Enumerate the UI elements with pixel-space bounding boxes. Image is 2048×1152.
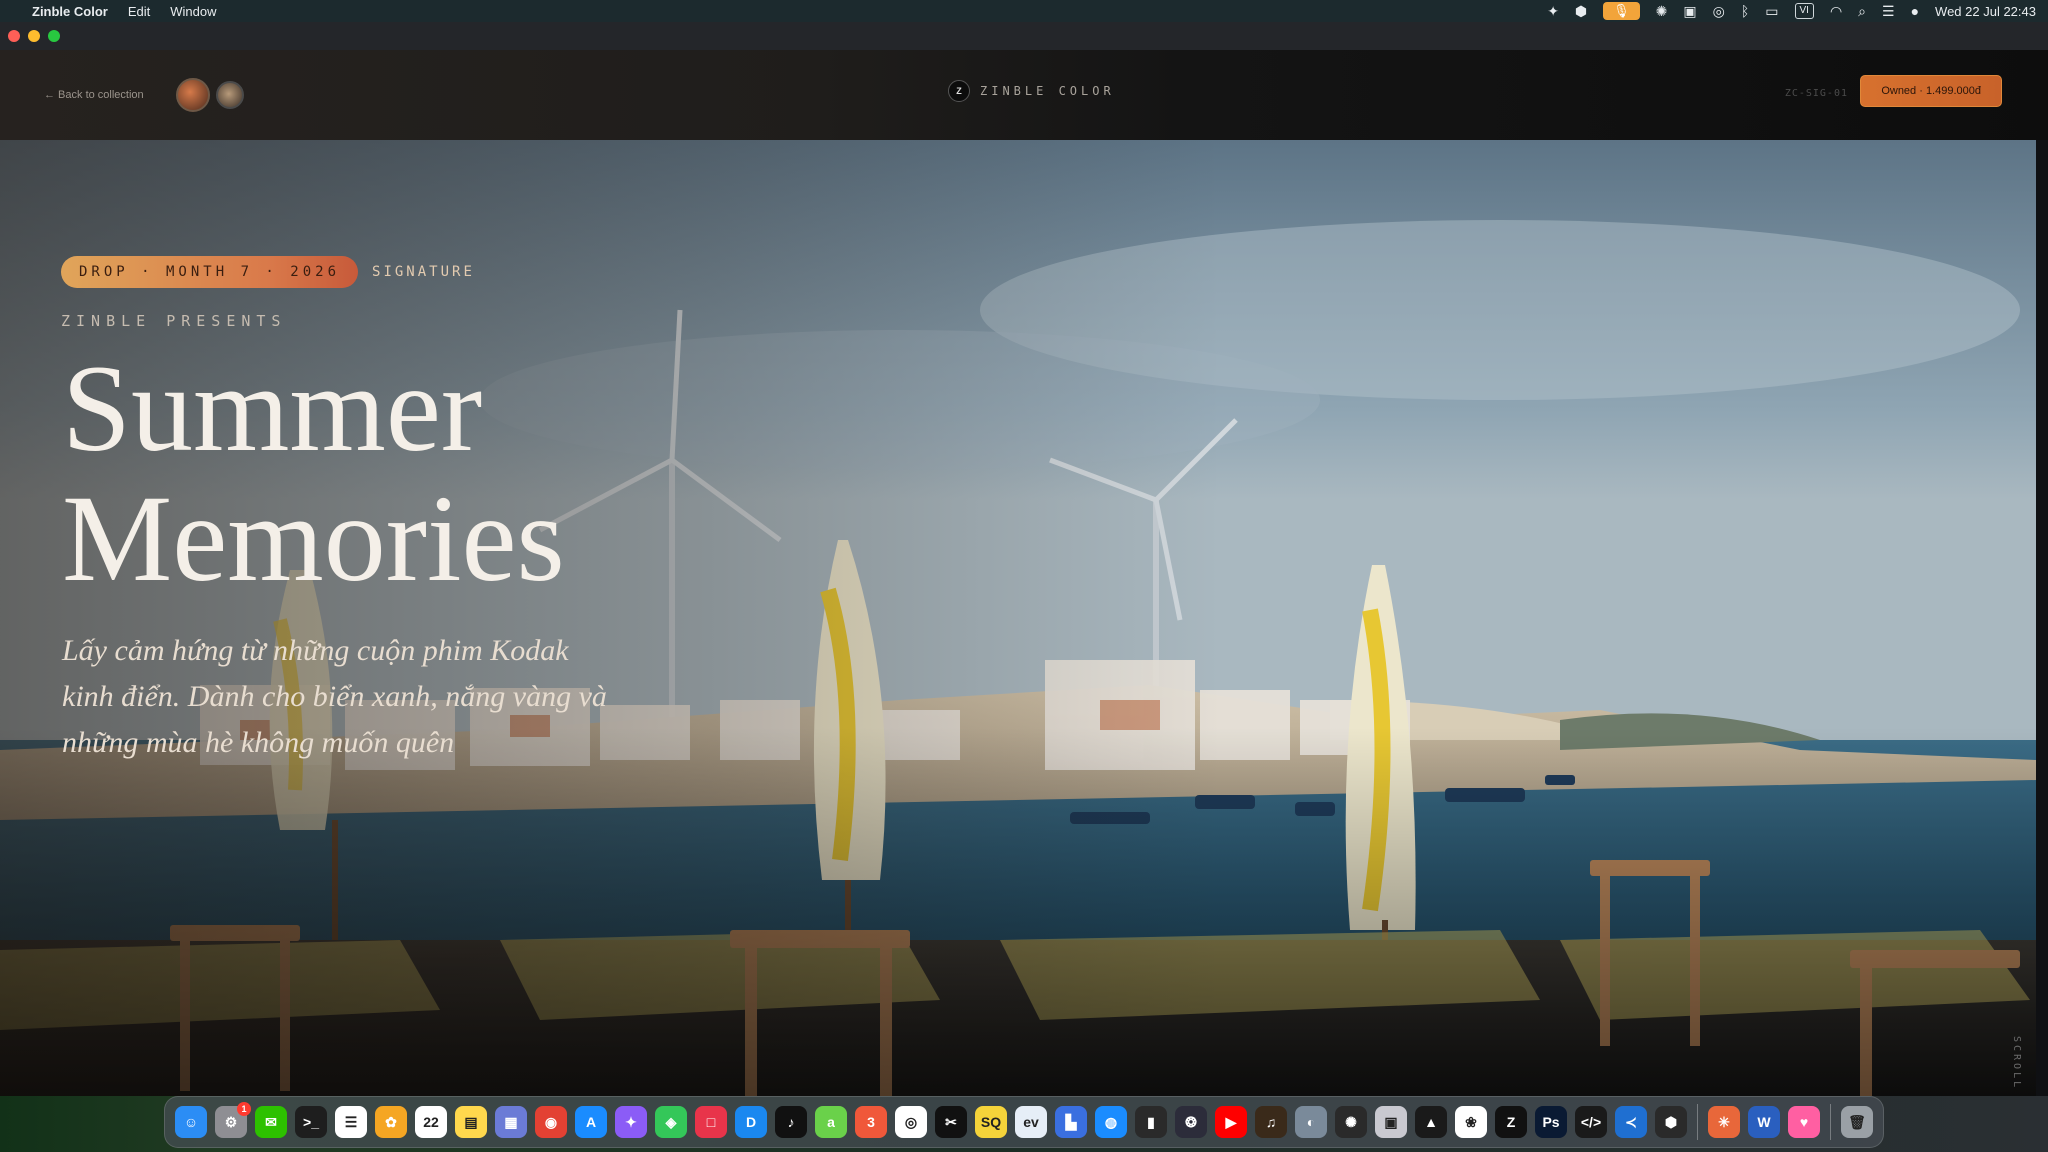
dock-launchpad-icon[interactable]: ▦ (495, 1106, 527, 1138)
dock-disk-utility-icon[interactable]: ◐ (1295, 1106, 1327, 1138)
dock-d-app-icon[interactable]: D (735, 1106, 767, 1138)
menu-clock[interactable]: Wed 22 Jul 22:43 (1935, 4, 2036, 19)
close-window-button[interactable] (8, 30, 20, 42)
dock-reminders-icon[interactable]: ☰ (335, 1106, 367, 1138)
brand-name: ZINBLE COLOR (980, 84, 1115, 98)
dock-pink-app-icon[interactable]: ♥ (1788, 1106, 1820, 1138)
menu-bar: Zinble Color Edit Window ✦ ⬢ 🎙 ✺ ▣ ◎ ᛒ ▭… (0, 0, 2048, 22)
input-source-indicator[interactable]: VI (1794, 3, 1814, 19)
dock-finder-icon[interactable]: ☺ (175, 1106, 207, 1138)
dock-affinity-icon[interactable]: ✦ (615, 1106, 647, 1138)
dock: ☺ ⚙ 1 ✉ >_ ☰ ✿ 22 ▤ ▦ ◉ A ✦ ◈ □ D ♪ a 3 ◎ ✂ SQ ev ▙ ◍ ▮ ❂ ▶ ♫ ◐ ✺ ▣ ▲ ❀ Z P… (164, 1096, 1884, 1148)
drop-badge: DROP · MONTH 7 · 2026 (61, 256, 359, 288)
bluetooth-icon[interactable]: ᛒ (1741, 0, 1749, 22)
airdrop-icon[interactable]: ◎ (1713, 0, 1725, 22)
brand-mark-icon: Z (948, 80, 970, 102)
dock-maps-icon[interactable]: ◈ (655, 1106, 687, 1138)
title-line-2: Memories (62, 470, 565, 607)
back-to-collection-link[interactable]: ← Back to collection (44, 89, 144, 101)
dock-claude-icon[interactable]: ✳ (1708, 1106, 1740, 1138)
dock-wechat-icon[interactable]: ✉ (255, 1106, 287, 1138)
app-window: ← Back to collection Z ZINBLE COLOR ZC-S… (0, 22, 2048, 1118)
dock-word-icon[interactable]: W (1748, 1106, 1780, 1138)
top-navbar: ← Back to collection Z ZINBLE COLOR ZC-S… (0, 50, 2048, 140)
dock-trash-icon[interactable]: 🗑 (1841, 1106, 1873, 1138)
dock-tiktok-icon[interactable]: ♪ (775, 1106, 807, 1138)
dock-safari-icon[interactable]: ◍ (1095, 1106, 1127, 1138)
dock-code-app-icon[interactable]: </> (1575, 1106, 1607, 1138)
dock-3dl-icon[interactable]: 3 (855, 1106, 887, 1138)
dock-puzzle-icon[interactable]: ▙ (1055, 1106, 1087, 1138)
dock-green-a-icon[interactable]: a (815, 1106, 847, 1138)
starburst-icon[interactable]: ✺ (1656, 0, 1668, 22)
avatar-group (175, 78, 244, 112)
dock-box-app-icon[interactable]: ⬢ (1655, 1106, 1687, 1138)
wifi-icon[interactable]: ◠ (1830, 0, 1842, 22)
zoom-window-button[interactable] (48, 30, 60, 42)
dock-terminal-icon[interactable]: >_ (295, 1106, 327, 1138)
search-icon[interactable]: ⌕ (1858, 0, 1866, 22)
display-icon[interactable]: ▣ (1683, 0, 1696, 22)
notification-icon[interactable]: ▭ (1765, 0, 1778, 22)
notification-badge: 1 (237, 1102, 251, 1116)
dock-green-swirl-icon[interactable]: ❀ (1455, 1106, 1487, 1138)
dock-ev-icon[interactable]: ev (1015, 1106, 1047, 1138)
minimize-window-button[interactable] (28, 30, 40, 42)
control-center-icon[interactable]: ☰ (1882, 0, 1895, 22)
dock-vscode-icon[interactable]: ≺ (1615, 1106, 1647, 1138)
window-titlebar (0, 22, 2048, 50)
product-sku: ZC-SIG-01 (1784, 88, 1848, 99)
dock-system-settings-icon[interactable]: ⚙ 1 (215, 1102, 251, 1138)
dock-preview-icon[interactable]: ▣ (1375, 1106, 1407, 1138)
dock-calendar-icon[interactable]: 22 (415, 1106, 447, 1138)
avatar[interactable] (175, 78, 210, 112)
dock-sq-icon[interactable]: SQ (975, 1106, 1007, 1138)
brand-logo[interactable]: Z ZINBLE COLOR (948, 80, 1115, 102)
page-title: Summer Memories (62, 344, 565, 604)
hero-subtitle: Lấy cảm hứng từ những cuộn phim Kodak ki… (62, 634, 607, 759)
dock-zinble-icon[interactable]: Z (1495, 1106, 1527, 1138)
siri-icon[interactable]: ● (1911, 0, 1919, 22)
drop-info-row: DROP · MONTH 7 · 2026 SIGNATURE (61, 256, 475, 288)
dock-chrome-icon[interactable]: ◉ (535, 1106, 567, 1138)
dock-photoshop-icon[interactable]: Ps (1535, 1106, 1567, 1138)
dock-youtube-icon[interactable]: ▶ (1215, 1106, 1247, 1138)
dock-capcut-icon[interactable]: ✂ (935, 1106, 967, 1138)
presents-label: ZINBLE PRESENTS (61, 312, 287, 330)
title-line-1: Summer (62, 340, 483, 477)
cube-icon[interactable]: ⬢ (1575, 0, 1587, 22)
menu-window[interactable]: Window (170, 4, 216, 19)
dock-instruments-icon[interactable]: ♫ (1255, 1106, 1287, 1138)
dock-photos-icon[interactable]: ✿ (375, 1106, 407, 1138)
owned-price-button[interactable]: Owned · 1.499.000đ (1860, 75, 2002, 107)
menu-app-name[interactable]: Zinble Color (32, 4, 108, 19)
dock-app-store-icon[interactable]: A (575, 1106, 607, 1138)
avatar[interactable] (215, 81, 244, 109)
dock-separator (1830, 1104, 1831, 1140)
dock-circle-app-icon[interactable]: ◎ (895, 1106, 927, 1138)
hero-section: DROP · MONTH 7 · 2026 SIGNATURE ZINBLE P… (0, 140, 2036, 1118)
microphone-icon[interactable]: 🎙 (1603, 2, 1640, 20)
dock-separator (1697, 1104, 1698, 1140)
dock-notes-icon[interactable]: ▤ (455, 1106, 487, 1138)
dock-gear-app-icon[interactable]: ✺ (1335, 1106, 1367, 1138)
menu-edit[interactable]: Edit (128, 4, 150, 19)
dock-final-cut-icon[interactable]: ▲ (1415, 1106, 1447, 1138)
dock-chart-app-icon[interactable]: ▮ (1135, 1106, 1167, 1138)
dock-red-app-icon[interactable]: □ (695, 1106, 727, 1138)
signature-label: SIGNATURE (372, 264, 475, 280)
sparkle-icon[interactable]: ✦ (1547, 0, 1559, 22)
dock-davinci-icon[interactable]: ❂ (1175, 1106, 1207, 1138)
